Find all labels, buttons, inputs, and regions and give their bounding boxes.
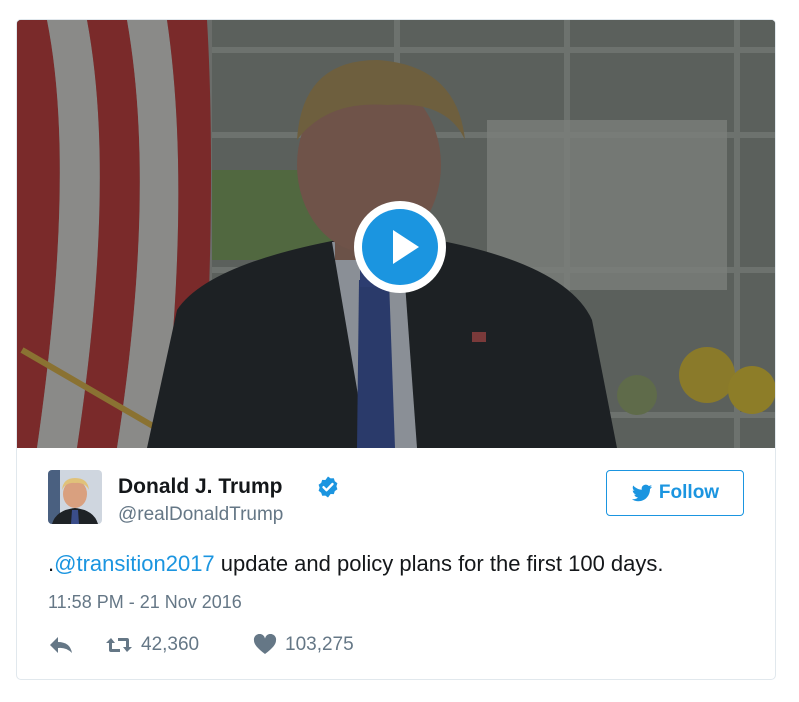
author-name[interactable]: Donald J. Trump — [118, 475, 283, 499]
verified-badge-icon — [318, 476, 338, 498]
mention-link[interactable]: @transition2017 — [54, 551, 215, 576]
play-button[interactable] — [354, 201, 446, 293]
retweet-button[interactable]: 42,360 — [105, 630, 199, 660]
follow-button[interactable]: Follow — [606, 470, 744, 516]
author-handle[interactable]: @realDonaldTrump — [118, 504, 283, 526]
retweet-icon — [106, 638, 132, 652]
tweet-card: Donald J. Trump @realDonaldTrump Follow … — [16, 19, 776, 680]
reply-button[interactable] — [48, 630, 74, 660]
play-icon — [393, 230, 419, 264]
heart-icon — [253, 634, 277, 654]
follow-button-label: Follow — [658, 482, 720, 503]
like-button[interactable]: 103,275 — [253, 630, 354, 660]
retweet-count: 42,360 — [141, 634, 200, 655]
reply-icon — [50, 637, 72, 653]
timestamp-link[interactable]: 11:58 PM - 21 Nov 2016 — [48, 592, 242, 613]
video-player[interactable] — [17, 20, 775, 448]
tweet-text: .@transition2017 update and policy plans… — [48, 551, 664, 577]
tweet-text-body: update and policy plans for the first 10… — [214, 551, 664, 576]
avatar[interactable] — [48, 470, 102, 524]
like-count: 103,275 — [285, 634, 354, 655]
twitter-bird-icon — [631, 484, 653, 502]
